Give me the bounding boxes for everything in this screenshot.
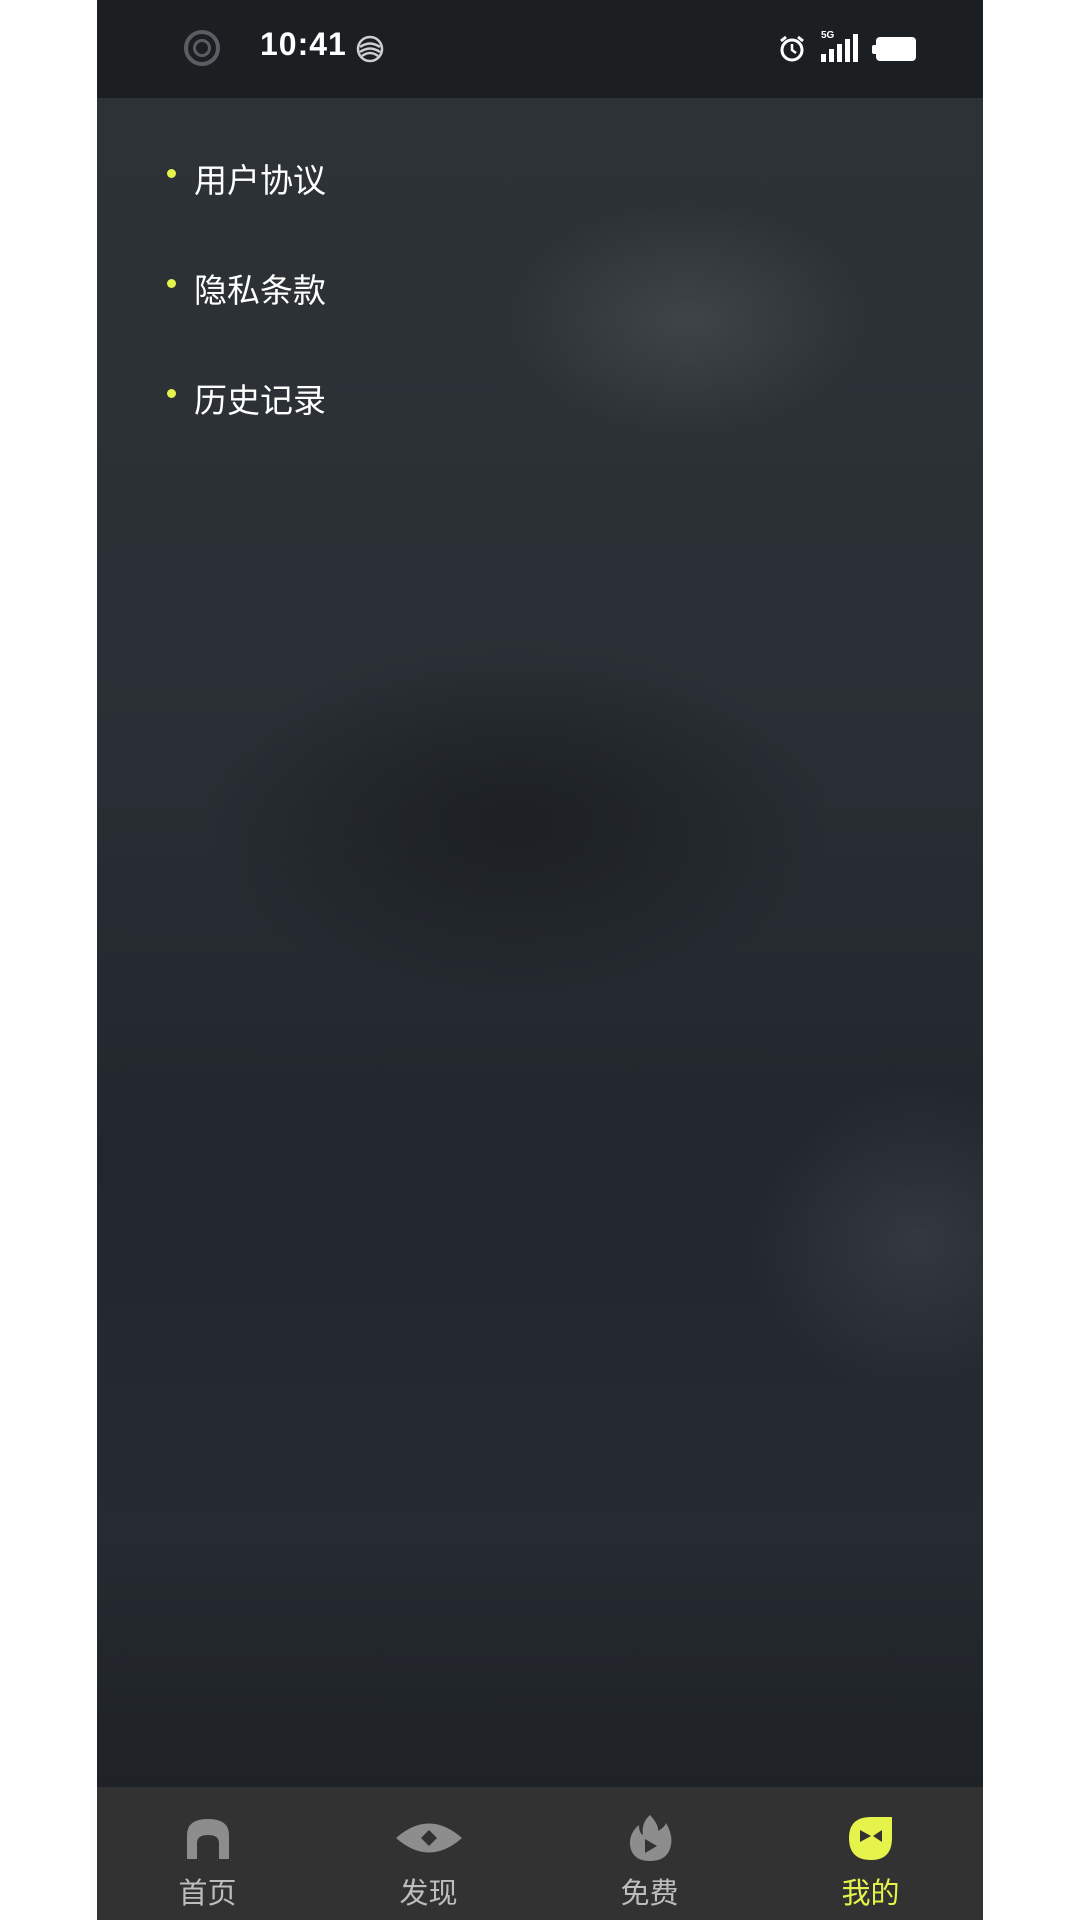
eye-icon [395,1823,462,1853]
menu-item-history[interactable]: 历史记录 [97,360,497,430]
app-screen: 10:41 5G 用户协议 隐私条款 历史记录 首页 发现 免费 我的 [97,0,983,1920]
tab-label: 免费 [620,1876,679,1910]
menu-item-label: 隐私条款 [194,271,326,310]
tab-home[interactable]: 首页 [97,1787,318,1920]
bullet-dot-icon [167,169,176,178]
status-bar: 10:41 5G [97,0,983,98]
carrier-logo-icon [356,35,384,63]
menu-item-user-agreement[interactable]: 用户协议 [97,140,497,210]
flame-play-icon [629,1815,671,1861]
menu-item-label: 历史记录 [194,381,326,420]
menu-item-label: 用户协议 [194,161,326,200]
bullet-dot-icon [167,389,176,398]
menu-item-privacy-terms[interactable]: 隐私条款 [97,250,497,320]
tab-free[interactable]: 免费 [539,1787,760,1920]
home-icon [186,1819,229,1859]
alarm-icon [780,35,804,62]
tab-mine[interactable]: 我的 [760,1787,981,1920]
tab-discover[interactable]: 发现 [318,1787,539,1920]
bullet-dot-icon [167,279,176,288]
tab-label: 我的 [841,1876,900,1910]
status-time: 10:41 [260,26,347,62]
tab-label: 首页 [178,1876,237,1910]
profile-face-icon [848,1817,892,1860]
bottom-tab-bar: 首页 发现 免费 我的 [97,1787,983,1920]
signal-5g-icon [821,34,858,62]
ring-indicator-icon [184,30,220,66]
battery-icon [872,37,916,61]
tab-label: 发现 [399,1876,458,1910]
